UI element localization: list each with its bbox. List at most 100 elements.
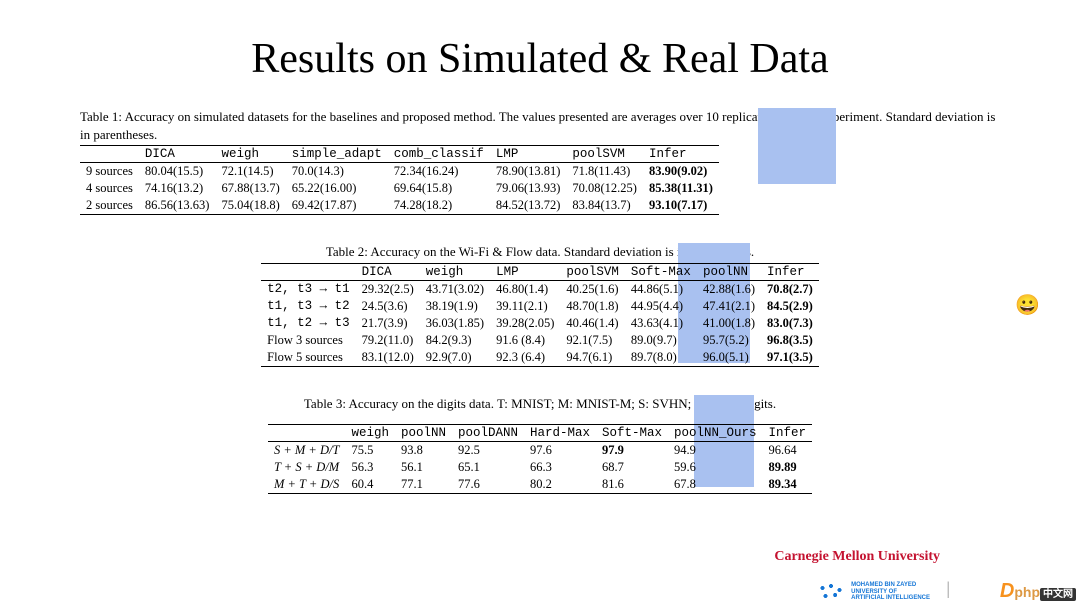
t1-r0-c6: 83.90(9.02) [643,163,719,181]
t3-r2-c2: 77.6 [452,476,524,494]
t2-r1-c2: 39.11(2.1) [490,298,560,315]
t3-r0-c4: 97.9 [596,442,668,460]
table-row: T + S + D/M 56.3 56.1 65.1 66.3 68.7 59.… [268,459,812,476]
t3-r1-label: T + S + D/M [268,459,346,476]
t3-r0-c3: 97.6 [524,442,596,460]
t2-r0-c0: 29.32(2.5) [356,280,420,298]
table1-wrap: Table 1: Accuracy on simulated datasets … [80,108,1000,215]
t2-r3-c5: 95.7(5.2) [697,332,761,349]
t1-r2-c1: 75.04(18.8) [215,197,285,215]
t1-r2-c5: 83.84(13.7) [566,197,643,215]
table-row: S + M + D/T 75.5 93.8 92.5 97.6 97.9 94.… [268,442,812,460]
t2-r1-c4: 44.95(4.4) [625,298,697,315]
t3-r1-c5: 59.6 [668,459,763,476]
table2: DICA weigh LMP poolSVM Soft-Max poolNN I… [261,263,819,367]
table1-caption: Table 1: Accuracy on simulated datasets … [80,108,1000,143]
phpcn-d: D [1000,580,1014,602]
mbzuai-dots-icon [817,582,845,602]
t2-r2-c6: 83.0(7.3) [761,315,819,332]
t1-r0-c4: 78.90(13.81) [490,163,567,181]
t3-h6: poolNN_Ours [668,425,763,442]
highlight-t1-infer [758,108,836,184]
t3-h3: poolDANN [452,425,524,442]
t1-h3: simple_adapt [286,146,388,163]
t1-r1-c1: 67.88(13.7) [215,180,285,197]
t3-r0-c0: 75.5 [345,442,395,460]
table-row: 2 sources 86.56(13.63) 75.04(18.8) 69.42… [80,197,719,215]
t3-r1-c4: 68.7 [596,459,668,476]
t2-h3: LMP [490,263,560,280]
t3-r0-c1: 93.8 [395,442,452,460]
t1-r2-c0: 86.56(13.63) [139,197,216,215]
table1-header-row: DICA weigh simple_adapt comb_classif LMP… [80,146,719,163]
t2-r1-label: t1, t3 → t2 [261,298,356,315]
t3-h5: Soft-Max [596,425,668,442]
t3-h4: Hard-Max [524,425,596,442]
t3-r1-c3: 66.3 [524,459,596,476]
table2-header-row: DICA weigh LMP poolSVM Soft-Max poolNN I… [261,263,819,280]
t3-r2-c1: 77.1 [395,476,452,494]
t2-r1-c6: 84.5(2.9) [761,298,819,315]
table-row: Flow 3 sources 79.2(11.0) 84.2(9.3) 91.6… [261,332,819,349]
t2-r1-c1: 38.19(1.9) [420,298,490,315]
t1-r0-c1: 72.1(14.5) [215,163,285,181]
t3-r1-c6: 89.89 [763,459,813,476]
t1-r2-c3: 74.28(18.2) [388,197,490,215]
t1-r0-label: 9 sources [80,163,139,181]
t2-r3-c6: 96.8(3.5) [761,332,819,349]
t2-h6: poolNN [697,263,761,280]
t1-r1-c4: 79.06(13.93) [490,180,567,197]
t2-h1: DICA [356,263,420,280]
t3-r1-c1: 56.1 [395,459,452,476]
t2-r4-c5: 96.0(5.1) [697,349,761,367]
table3-caption: Table 3: Accuracy on the digits data. T:… [80,395,1000,413]
table3: weigh poolNN poolDANN Hard-Max Soft-Max … [268,424,812,494]
t2-r3-c0: 79.2(11.0) [356,332,420,349]
t3-r1-c0: 56.3 [345,459,395,476]
t2-r3-label: Flow 3 sources [261,332,356,349]
t1-r1-label: 4 sources [80,180,139,197]
mbzuai-l1: MOHAMED BIN ZAYED [851,582,930,589]
t2-r1-c0: 24.5(3.6) [356,298,420,315]
t2-r2-c2: 39.28(2.05) [490,315,560,332]
slide-title: Results on Simulated & Real Data [0,0,1080,108]
t3-r2-c4: 81.6 [596,476,668,494]
t1-h4: comb_classif [388,146,490,163]
t2-r0-c1: 43.71(3.02) [420,280,490,298]
t1-h2: weigh [215,146,285,163]
table-row: M + T + D/S 60.4 77.1 77.6 80.2 81.6 67.… [268,476,812,494]
mbzuai-logo: MOHAMED BIN ZAYED UNIVERSITY OF ARTIFICI… [817,582,930,602]
phpcn-cn: 中文网 [1040,588,1076,601]
t3-r2-c3: 80.2 [524,476,596,494]
table-row: t2, t3 → t1 29.32(2.5) 43.71(3.02) 46.80… [261,280,819,298]
mbzuai-text: MOHAMED BIN ZAYED UNIVERSITY OF ARTIFICI… [851,582,930,602]
t3-h7: Infer [763,425,813,442]
table2-wrap: Table 2: Accuracy on the Wi-Fi & Flow da… [80,243,1000,367]
t2-h7: Infer [761,263,819,280]
t1-h1: DICA [139,146,216,163]
t3-r2-c5: 67.8 [668,476,763,494]
t2-r4-label: Flow 5 sources [261,349,356,367]
t2-r2-c0: 21.7(3.9) [356,315,420,332]
t2-r0-c6: 70.8(2.7) [761,280,819,298]
t1-h7: Infer [643,146,719,163]
table-row: t1, t3 → t2 24.5(3.6) 38.19(1.9) 39.11(2… [261,298,819,315]
slide: Results on Simulated & Real Data Table 1… [0,0,1080,607]
t2-r3-c4: 89.0(9.7) [625,332,697,349]
t3-h2: poolNN [395,425,452,442]
phpcn-php: php [1014,584,1040,600]
t3-r2-c0: 60.4 [345,476,395,494]
table-row: 9 sources 80.04(15.5) 72.1(14.5) 70.0(14… [80,163,719,181]
t3-r1-c2: 65.1 [452,459,524,476]
t2-h5: Soft-Max [625,263,697,280]
t2-r2-label: t1, t2 → t3 [261,315,356,332]
t2-r4-c1: 92.9(7.0) [420,349,490,367]
t2-r0-c5: 42.88(1.6) [697,280,761,298]
t2-r0-c4: 44.86(5.1) [625,280,697,298]
t2-r3-c2: 91.6 (8.4) [490,332,560,349]
t1-r0-c2: 70.0(14.3) [286,163,388,181]
t3-h1: weigh [345,425,395,442]
t1-r2-c2: 69.42(17.87) [286,197,388,215]
t2-r4-c2: 92.3 (6.4) [490,349,560,367]
spacer [80,414,1000,424]
